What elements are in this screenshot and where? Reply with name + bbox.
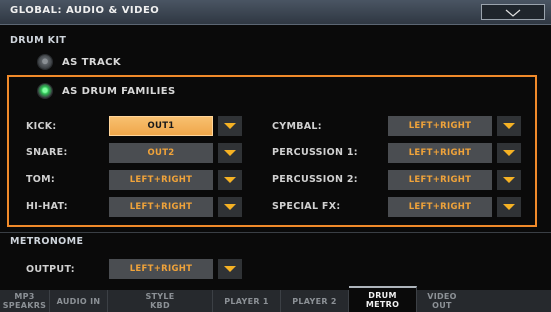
radio-label: AS DRUM FAMILIES bbox=[62, 85, 176, 97]
chevron-down-icon bbox=[505, 9, 521, 17]
hi-hat-dropdown-button[interactable] bbox=[218, 197, 242, 217]
tab-label: PLAYER 2 bbox=[292, 296, 337, 306]
section-divider bbox=[0, 232, 551, 233]
snare-output-field[interactable]: OUT2 bbox=[109, 143, 213, 163]
metronome-output-label: OUTPUT: bbox=[26, 264, 75, 275]
percussion-1-dropdown-button[interactable] bbox=[497, 143, 521, 163]
tab-label: PLAYER 1 bbox=[224, 296, 269, 306]
percussion-2-dropdown-button[interactable] bbox=[497, 170, 521, 190]
dropdown-arrow-icon bbox=[224, 177, 236, 183]
snare-dropdown-button[interactable] bbox=[218, 143, 242, 163]
page-menu-button[interactable] bbox=[481, 4, 545, 20]
kick-label: KICK: bbox=[26, 121, 57, 132]
special-fx-output-field[interactable]: LEFT+RIGHT bbox=[388, 197, 492, 217]
tab-label-line1: VIDEO bbox=[427, 292, 457, 301]
special-fx-label: SPECIAL FX: bbox=[272, 201, 341, 212]
dropdown-arrow-icon bbox=[224, 266, 236, 272]
tab-label-line2: SPEAKRS bbox=[2, 301, 47, 310]
tab-bar: MP3 SPEAKRS AUDIO IN STYLE KBD PLAYER 1 PL… bbox=[0, 286, 551, 312]
snare-label: SNARE: bbox=[26, 147, 68, 158]
percussion-2-output-field[interactable]: LEFT+RIGHT bbox=[388, 170, 492, 190]
dropdown-arrow-icon bbox=[503, 150, 515, 156]
radio-as-track[interactable]: AS TRACK bbox=[38, 55, 121, 69]
cymbal-output-field[interactable]: LEFT+RIGHT bbox=[388, 116, 492, 136]
metronome-section-title: METRONOME bbox=[10, 236, 84, 247]
tab-label-line1: MP3 bbox=[14, 292, 35, 301]
percussion-2-label: PERCUSSION 2: bbox=[272, 174, 358, 185]
tab-label-line2: METRO bbox=[365, 300, 400, 309]
metronome-output-dropdown-button[interactable] bbox=[218, 259, 242, 279]
radio-as-drum-families[interactable]: AS DRUM FAMILIES bbox=[38, 84, 176, 98]
tab-label-line2: KBD bbox=[150, 301, 170, 310]
title-bar: GLOBAL: AUDIO & VIDEO bbox=[0, 0, 551, 25]
page-title: GLOBAL: AUDIO & VIDEO bbox=[10, 5, 160, 16]
tom-output-field[interactable]: LEFT+RIGHT bbox=[109, 170, 213, 190]
radio-button-selected-icon bbox=[38, 84, 52, 98]
special-fx-dropdown-button[interactable] bbox=[497, 197, 521, 217]
tab-label-line1: STYLE bbox=[145, 292, 175, 301]
tab-player-2[interactable]: PLAYER 2 bbox=[281, 290, 349, 312]
tom-label: TOM: bbox=[26, 174, 56, 185]
kick-output-field[interactable]: OUT1 bbox=[109, 116, 213, 136]
percussion-1-output-field[interactable]: LEFT+RIGHT bbox=[388, 143, 492, 163]
cymbal-label: CYMBAL: bbox=[272, 121, 322, 132]
dropdown-arrow-icon bbox=[503, 177, 515, 183]
drum-kit-section-title: DRUM KIT bbox=[10, 35, 67, 46]
tab-drum-metro[interactable]: DRUM METRO bbox=[349, 286, 417, 312]
metronome-output-field[interactable]: LEFT+RIGHT bbox=[109, 259, 213, 279]
dropdown-arrow-icon bbox=[503, 204, 515, 210]
global-audio-video-page: GLOBAL: AUDIO & VIDEO DRUM KIT AS TRACK … bbox=[0, 0, 551, 312]
radio-label: AS TRACK bbox=[62, 56, 121, 68]
tab-player-1[interactable]: PLAYER 1 bbox=[213, 290, 281, 312]
hi-hat-label: HI-HAT: bbox=[26, 201, 68, 212]
dropdown-arrow-icon bbox=[224, 204, 236, 210]
hi-hat-output-field[interactable]: LEFT+RIGHT bbox=[109, 197, 213, 217]
tab-label-line2: OUT bbox=[432, 301, 452, 310]
dropdown-arrow-icon bbox=[224, 150, 236, 156]
percussion-1-label: PERCUSSION 1: bbox=[272, 147, 358, 158]
tab-audio-in[interactable]: AUDIO IN bbox=[50, 290, 108, 312]
dropdown-arrow-icon bbox=[224, 123, 236, 129]
dropdown-arrow-icon bbox=[503, 123, 515, 129]
tab-video-out[interactable]: VIDEO OUT bbox=[417, 290, 467, 312]
tab-label-line1: DRUM bbox=[368, 291, 397, 300]
kick-dropdown-button[interactable] bbox=[218, 116, 242, 136]
cymbal-dropdown-button[interactable] bbox=[497, 116, 521, 136]
radio-button-icon bbox=[38, 55, 52, 69]
tab-mp3-speakers[interactable]: MP3 SPEAKRS bbox=[0, 290, 50, 312]
tom-dropdown-button[interactable] bbox=[218, 170, 242, 190]
tab-label: AUDIO IN bbox=[56, 296, 101, 306]
tab-style-kbd[interactable]: STYLE KBD bbox=[108, 290, 213, 312]
